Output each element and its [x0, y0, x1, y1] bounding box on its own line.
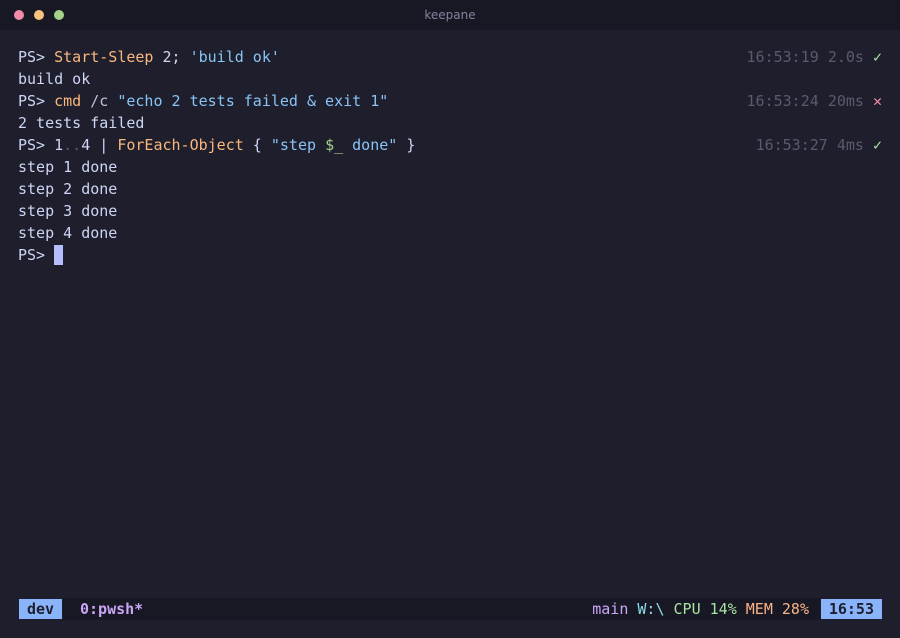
prompt: PS>: [18, 136, 46, 154]
current-directory: W:\: [637, 600, 665, 618]
window-title: keepane: [424, 8, 476, 22]
output-line: step 3 done: [18, 202, 118, 220]
clock-badge: 16:53: [819, 598, 883, 620]
tmux-status-bar: dev 0:pwsh* main W:\ CPU 14% MEM 28% 16:…: [18, 598, 883, 620]
range-end-pipe: 4 |: [81, 136, 118, 154]
command-line: PS> Start-Sleep 2; 'build ok' 16:53:19 2.…: [18, 46, 888, 68]
command-meta: 16:53:24 20ms ✕: [747, 90, 882, 112]
command-line: PS> 1..4 | ForEach-Object { "step $_ don…: [18, 134, 888, 156]
command-keyword: ForEach-Object: [117, 136, 244, 154]
command-args: /c: [81, 92, 118, 110]
active-prompt-line[interactable]: PS>: [18, 244, 888, 266]
brace-close: }: [397, 136, 416, 154]
prompt: PS>: [18, 246, 46, 264]
range-start: 1: [54, 136, 64, 154]
prompt: PS>: [18, 48, 46, 66]
command-keyword: Start-Sleep: [54, 48, 154, 66]
command-time: 16:53:24: [746, 92, 819, 110]
command-duration: 2.0s: [827, 48, 864, 66]
git-branch: main: [592, 600, 629, 618]
command-meta: 16:53:27 4ms ✓: [756, 134, 882, 156]
command-keyword: cmd: [54, 92, 82, 110]
command-line: PS> cmd /c "echo 2 tests failed & exit 1…: [18, 90, 888, 112]
command-time: 16:53:27: [755, 136, 828, 154]
command-string-end: done": [343, 136, 398, 154]
terminal-output[interactable]: PS> Start-Sleep 2; 'build ok' 16:53:19 2.…: [18, 46, 888, 266]
command-args: 2;: [153, 48, 190, 66]
command-duration: 20ms: [827, 92, 864, 110]
command-string: 'build ok': [189, 48, 280, 66]
memory-usage: MEM 28%: [745, 600, 809, 618]
success-check-icon: ✓: [872, 136, 882, 154]
failure-cross-icon: ✕: [872, 92, 882, 110]
command-string: "step: [270, 136, 326, 154]
command-duration: 4ms: [836, 136, 864, 154]
output-line: step 4 done: [18, 224, 118, 242]
pipeline-variable: $_: [325, 136, 344, 154]
status-right: main W:\ CPU 14% MEM 28%: [592, 598, 809, 620]
window-tab[interactable]: 0:pwsh*: [80, 598, 143, 620]
brace-open: {: [243, 136, 271, 154]
success-check-icon: ✓: [872, 48, 882, 66]
session-badge[interactable]: dev: [18, 598, 64, 620]
output-line: 2 tests failed: [18, 114, 145, 132]
title-bar[interactable]: keepane: [0, 0, 900, 30]
terminal-window: keepane PS> Start-Sleep 2; 'build ok' 16:…: [0, 0, 900, 638]
prompt: PS>: [18, 92, 46, 110]
output-line: step 1 done: [18, 158, 118, 176]
output-line: step 2 done: [18, 180, 118, 198]
command-time: 16:53:19: [746, 48, 819, 66]
range-operator: ..: [63, 136, 82, 154]
command-string: "echo 2 tests failed & exit 1": [117, 92, 389, 110]
text-cursor[interactable]: [54, 245, 64, 265]
command-meta: 16:53:19 2.0s ✓: [747, 46, 882, 68]
cpu-usage: CPU 14%: [673, 600, 737, 618]
output-line: build ok: [18, 70, 91, 88]
